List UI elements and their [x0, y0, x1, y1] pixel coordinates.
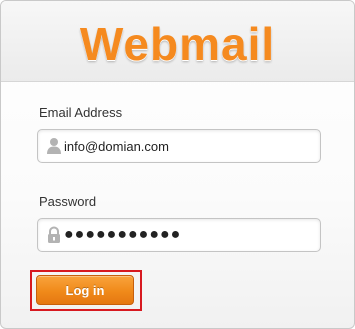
login-button[interactable]: Log in — [36, 275, 134, 305]
user-icon — [46, 137, 62, 155]
email-input[interactable] — [64, 130, 310, 162]
email-label: Email Address — [39, 105, 123, 120]
password-label: Password — [39, 194, 97, 209]
lock-icon — [46, 226, 62, 244]
email-field-container[interactable] — [37, 129, 321, 163]
password-field-container[interactable] — [37, 218, 321, 252]
webmail-logo: Webmail — [79, 18, 276, 70]
login-header: Webmail — [1, 1, 354, 82]
password-input[interactable] — [64, 219, 310, 251]
login-panel: Webmail Email Address Password Log in — [0, 0, 355, 329]
